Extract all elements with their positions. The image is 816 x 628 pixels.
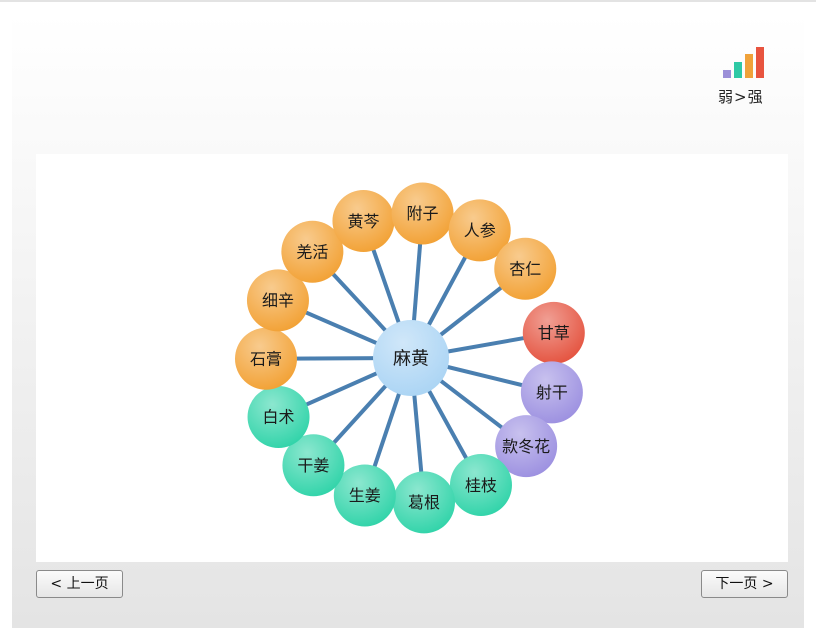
herb-node-label: 甘草 bbox=[538, 324, 570, 343]
herb-node-label: 干姜 bbox=[297, 456, 329, 475]
center-node-label: 麻黄 bbox=[393, 348, 429, 369]
herb-node[interactable]: 杏仁 bbox=[494, 237, 557, 300]
herb-node-label: 生姜 bbox=[349, 486, 381, 505]
herb-node[interactable]: 黄芩 bbox=[332, 190, 395, 253]
herb-node[interactable]: 白术 bbox=[247, 385, 310, 448]
herb-node[interactable]: 石膏 bbox=[235, 327, 298, 390]
herb-node-label: 杏仁 bbox=[509, 259, 541, 278]
herb-network-diagram: 甘草射干款冬花桂枝葛根 生姜 干姜 白术 石膏 细辛 羌活黄芩 附子人参杏仁麻黄 bbox=[235, 182, 585, 534]
herb-node-label: 白术 bbox=[263, 408, 295, 427]
prev-page-button[interactable]: < 上一页 bbox=[36, 570, 123, 598]
herb-node-label: 附子 bbox=[407, 204, 439, 223]
legend-bar-very-strong bbox=[756, 47, 764, 78]
herb-node[interactable]: 附子 bbox=[391, 182, 454, 245]
herb-node-label: 细辛 bbox=[262, 291, 294, 310]
herb-node-label: 石膏 bbox=[250, 349, 282, 368]
legend-label: 弱>强 bbox=[718, 88, 764, 106]
herb-node[interactable]: 甘草 bbox=[522, 301, 585, 364]
top-border bbox=[0, 0, 816, 2]
herb-node-label: 款冬花 bbox=[502, 437, 550, 456]
center-node[interactable]: 麻黄 bbox=[373, 320, 449, 396]
next-page-button[interactable]: 下一页 > bbox=[701, 570, 788, 598]
herb-node-label: 人参 bbox=[464, 221, 496, 240]
herb-node-label: 黄芩 bbox=[347, 212, 379, 231]
herb-node[interactable]: 桂枝 bbox=[449, 453, 512, 516]
legend-bar-medium bbox=[734, 62, 742, 78]
legend-bar-strong bbox=[745, 54, 753, 78]
herb-node[interactable]: 葛根 bbox=[392, 471, 455, 534]
herb-node-label: 射干 bbox=[536, 383, 568, 402]
herb-node-label: 葛根 bbox=[408, 493, 440, 512]
diagram-canvas: 甘草射干款冬花桂枝葛根 生姜 干姜 白术 石膏 细辛 羌活 黄芩 附子人参 杏仁麻黄 bbox=[36, 154, 788, 562]
strength-legend: 弱>强 bbox=[718, 46, 768, 108]
legend-bar-weak bbox=[723, 70, 731, 78]
herb-node-label: 桂枝 bbox=[465, 476, 497, 495]
herb-node[interactable]: 射干 bbox=[520, 361, 583, 424]
herb-node-label: 羌活 bbox=[296, 242, 328, 261]
